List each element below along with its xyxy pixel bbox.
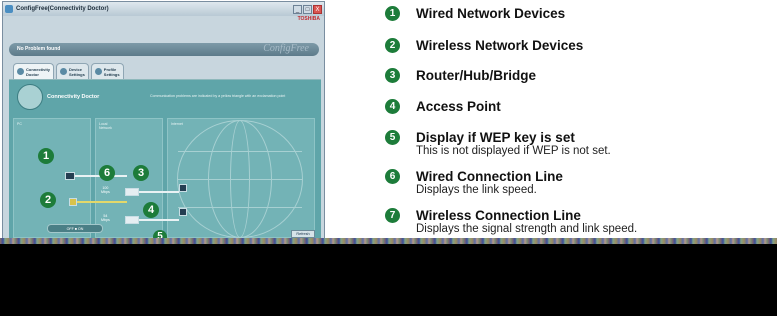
connectivity-panel: Connectivity Doctor Communication proble… [9,79,321,242]
legend-item: 6 Wired Connection Line Displays the lin… [385,169,563,197]
globe-icon [177,120,303,238]
legend-number: 5 [385,130,400,145]
wireless-speed-label: 54 Mbps [101,214,110,222]
callout-6: 6 [99,165,115,181]
stethoscope-icon [17,68,24,75]
wireless-device-icon[interactable] [69,198,77,206]
legend-title: Wired Network Devices [416,6,566,21]
zone-pc: PC [13,118,91,238]
callout-3: 3 [133,165,149,181]
legend-number: 6 [385,169,400,184]
ap-uplink-line [139,219,179,221]
tab-profile-settings[interactable]: Profile Settings [90,63,124,79]
panel-header: Connectivity Doctor Communication proble… [15,84,315,110]
legend-item: 1 Wired Network Devices [385,6,565,21]
zone-label-local: Local Network [99,122,112,130]
wired-device-icon[interactable] [65,172,75,180]
minimize-button[interactable]: _ [293,4,302,14]
legend-title: Router/Hub/Bridge [416,68,536,83]
legend-title: Wired Connection Line [416,169,563,184]
router-icon[interactable] [125,188,139,196]
legend-title: Access Point [416,99,501,114]
black-band [0,244,777,316]
status-bar: No Problem found ConfigFree [9,43,319,56]
gateway-icon[interactable] [179,184,187,192]
legend-number: 2 [385,38,400,53]
refresh-button[interactable]: Refresh [291,230,315,238]
tab-label: Connectivity Doctor [26,66,51,77]
legend-description: This is not displayed if WEP is not set. [416,145,611,157]
panel-title: Connectivity Doctor [47,94,100,100]
legend-item: 2 Wireless Network Devices [385,38,583,53]
legend-description: Displays the signal strength and link sp… [416,223,638,235]
callout-4: 4 [143,202,159,218]
tab-device-settings[interactable]: Device Settings [56,63,89,79]
window-title: ConfigFree(Connectivity Doctor) [16,6,109,12]
access-point-icon[interactable] [125,216,139,224]
legend-number: 1 [385,6,400,21]
tab-label: Device Settings [69,66,85,77]
maximize-button[interactable]: □ [303,4,312,14]
panel-message: Communication problems are indicated by … [150,94,286,98]
zone-label-pc: PC [17,122,22,126]
legend-number: 4 [385,99,400,114]
configfree-logo: ConfigFree [263,43,309,54]
legend-number: 7 [385,208,400,223]
callout-2: 2 [40,192,56,208]
gateway-icon[interactable] [179,208,187,216]
legend-number: 3 [385,68,400,83]
zone-label-internet: Internet [171,122,183,126]
configfree-window: ConfigFree(Connectivity Doctor) _ □ X TO… [2,1,325,243]
legend-title: Display if WEP key is set [416,130,575,145]
gear-icon [60,68,68,75]
legend-item: 7 Wireless Connection Line Displays the … [385,208,637,236]
legend-title: Wireless Network Devices [416,38,584,53]
status-text: No Problem found [17,46,61,52]
brand-label: TOSHIBA [297,16,320,22]
legend-description: Displays the link speed. [416,184,537,196]
legend-item: 4 Access Point [385,99,501,114]
profile-icon [94,68,102,75]
title-bar: ConfigFree(Connectivity Doctor) _ □ X [3,2,324,16]
doctor-avatar-icon [17,84,43,110]
legend-item: 3 Router/Hub/Bridge [385,68,536,83]
legend-title: Wireless Connection Line [416,208,581,223]
wireless-line [77,201,127,203]
close-button[interactable]: X [313,4,322,14]
tab-label: Profile Settings [103,66,120,77]
wired-speed-label: 100 Mbps [101,186,110,194]
app-icon [5,5,13,13]
wireless-toggle[interactable]: OFF ■ ON [47,224,103,233]
tab-connectivity-doctor[interactable]: Connectivity Doctor [13,63,55,79]
legend-item: 5 Display if WEP key is set This is not … [385,130,611,158]
callout-1: 1 [38,148,54,164]
tab-bar: Connectivity Doctor Device Settings Prof… [13,63,126,79]
router-uplink-line [139,191,179,193]
